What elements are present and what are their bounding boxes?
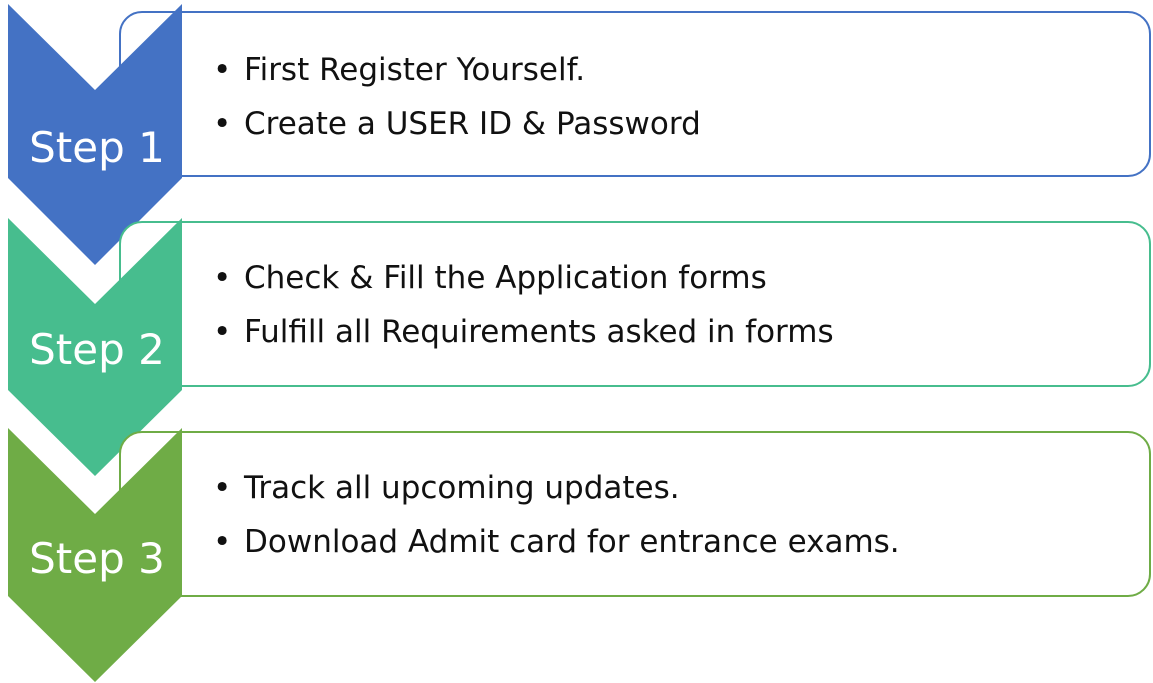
step-3-bullet-2: • Download Admit card for entrance exams…	[213, 524, 900, 560]
step-1-box	[119, 11, 1151, 177]
bullet-dot: •	[213, 260, 231, 296]
process-diagram: Step 1 • First Register Yourself. • Crea…	[8, 4, 1151, 682]
step-1-bullet-2: • Create a USER ID & Password	[213, 106, 701, 142]
step-1-bullet-2-text: Create a USER ID & Password	[244, 106, 701, 142]
step-2-bullet-2-text: Fulfill all Requirements asked in forms	[244, 314, 834, 350]
step-3-label: Step 3	[29, 534, 165, 583]
step-3-bullet-1: • Track all upcoming updates.	[213, 470, 680, 506]
step-2-bullet-2: • Fulfill all Requirements asked in form…	[213, 314, 834, 350]
step-2-label: Step 2	[29, 325, 165, 374]
step-2-bullet-1-text: Check & Fill the Application forms	[244, 260, 767, 296]
step-1-bullet-1-text: First Register Yourself.	[244, 52, 585, 88]
step-3-box	[119, 431, 1151, 597]
bullet-dot: •	[213, 52, 231, 88]
step-2-box	[119, 221, 1151, 387]
bullet-dot: •	[213, 106, 231, 142]
step-1-label: Step 1	[29, 123, 165, 172]
step-3: Step 3 • Track all upcoming updates. • D…	[8, 428, 1151, 682]
step-1-bullet-1: • First Register Yourself.	[213, 52, 585, 88]
step-3-bullet-2-text: Download Admit card for entrance exams.	[244, 524, 900, 560]
step-3-bullet-1-text: Track all upcoming updates.	[243, 470, 680, 506]
bullet-dot: •	[213, 314, 231, 350]
bullet-dot: •	[213, 470, 231, 506]
bullet-dot: •	[213, 524, 231, 560]
step-2-bullet-1: • Check & Fill the Application forms	[213, 260, 767, 296]
